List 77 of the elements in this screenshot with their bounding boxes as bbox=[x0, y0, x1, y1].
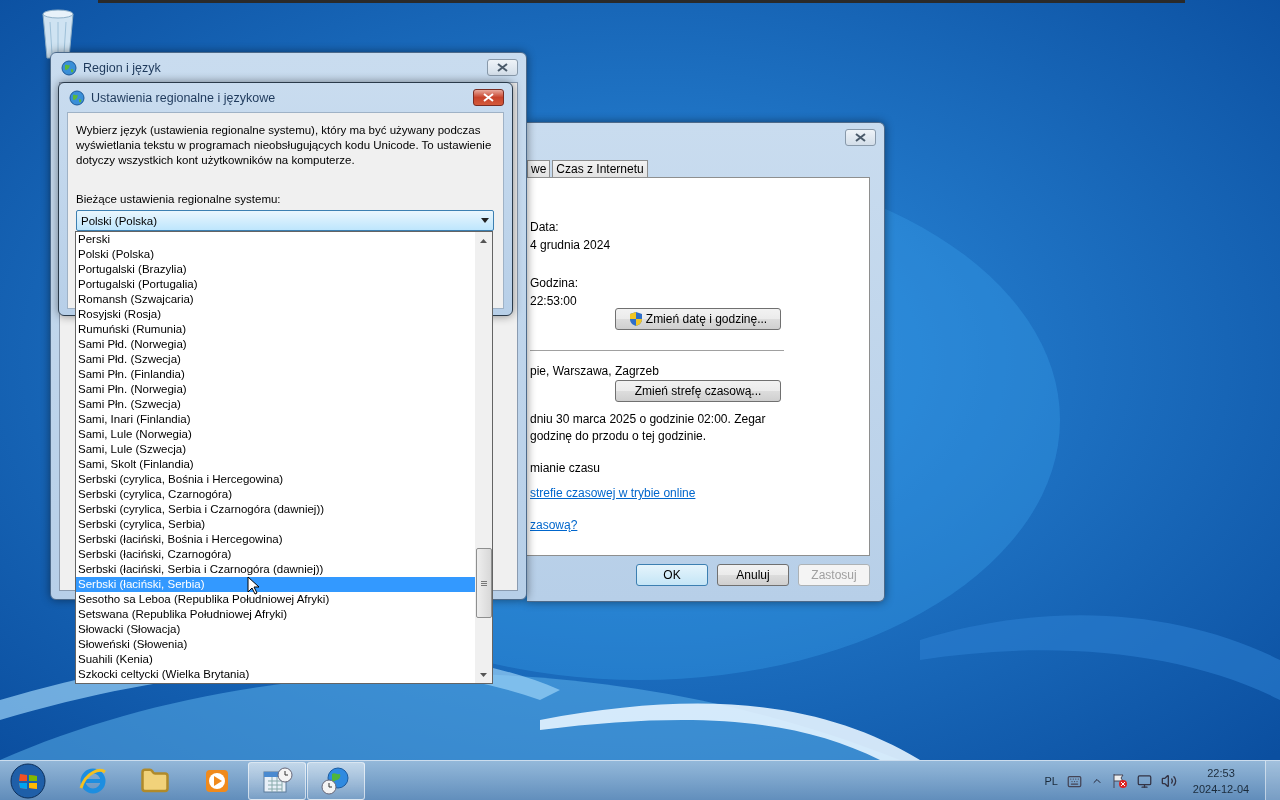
volume-icon[interactable] bbox=[1161, 773, 1177, 789]
shield-icon bbox=[628, 311, 643, 327]
list-option[interactable]: Sami, Lule (Norwegia) bbox=[76, 427, 475, 442]
action-center-icon[interactable] bbox=[1112, 773, 1128, 789]
list-option[interactable]: Setswana (Republika Południowej Afryki) bbox=[76, 607, 475, 622]
keyboard-icon[interactable] bbox=[1067, 773, 1082, 789]
list-option[interactable]: Serbski (cyrylica, Serbia i Czarnogóra (dawniej)) bbox=[76, 502, 475, 517]
dialog-title: Ustawienia regionalne i językowe bbox=[91, 90, 277, 105]
down-arrow-icon bbox=[480, 672, 487, 677]
tab[interactable]: we bbox=[527, 160, 551, 177]
dropdown-arrow-icon bbox=[481, 218, 489, 223]
clock[interactable]: 22:53 2024-12-04 bbox=[1186, 765, 1256, 797]
list-option[interactable]: Perski bbox=[76, 232, 475, 247]
list-option[interactable]: Sami Płd. (Szwecja) bbox=[76, 352, 475, 367]
dst-note-line: dniu 30 marca 2025 o godzinie 02:00. Zegar bbox=[530, 411, 767, 428]
close-icon bbox=[497, 63, 508, 72]
description-text: Wybierz język (ustawienia regionalne systemu), który ma być używany podczas wyświetlania tekstu w programach nieobsługujących kodu Unicode. To ustawienie dotyczy wszystkich kont użytkowników na komputerze. bbox=[76, 123, 493, 168]
field-label: Bieżące ustawienia regionalne systemu: bbox=[76, 192, 282, 206]
list-option[interactable]: Serbski (cyrylica, Czarnogóra) bbox=[76, 487, 475, 502]
list-option[interactable]: Polski (Polska) bbox=[76, 247, 475, 262]
list-option[interactable]: Słoweński (Słowenia) bbox=[76, 637, 475, 652]
list-option[interactable]: Słowacki (Słowacja) bbox=[76, 622, 475, 637]
dst-option-text: mianie czasu bbox=[530, 460, 602, 477]
list-option[interactable]: Sami, Inari (Finlandia) bbox=[76, 412, 475, 427]
list-option[interactable]: Serbski (łaciński, Bośnia i Hercegowina) bbox=[76, 532, 475, 547]
scrollbar-thumb[interactable] bbox=[476, 548, 492, 618]
list-option[interactable]: Suahili (Kenia) bbox=[76, 652, 475, 667]
list-option[interactable]: Rosyjski (Rosja) bbox=[76, 307, 475, 322]
list-option[interactable]: Sami, Skolt (Finlandia) bbox=[76, 457, 475, 472]
time-value: 22:53:00 bbox=[530, 293, 578, 310]
list-option[interactable]: Szkocki celtycki (Wielka Brytania) bbox=[76, 667, 475, 682]
help-link[interactable]: strefie czasowej w trybie online bbox=[530, 484, 869, 502]
list-option[interactable]: Sami Płn. (Norwegia) bbox=[76, 382, 475, 397]
list-option[interactable]: Serbski (cyrylica, Bośnia i Hercegowina) bbox=[76, 472, 475, 487]
globe-icon bbox=[61, 59, 77, 76]
language-indicator[interactable]: PL bbox=[1044, 775, 1058, 787]
locale-dropdown[interactable]: Polski (Polska) bbox=[76, 210, 494, 231]
list-option[interactable]: Portugalski (Brazylia) bbox=[76, 262, 475, 277]
up-arrow-icon bbox=[480, 238, 487, 243]
time-label: Godzina: bbox=[530, 275, 580, 292]
date-value: 4 grudnia 2024 bbox=[530, 237, 612, 254]
close-icon bbox=[483, 93, 494, 102]
date-label: Data: bbox=[530, 219, 560, 236]
taskbar-button[interactable] bbox=[307, 762, 365, 800]
list-option[interactable]: Rumuński (Rumunia) bbox=[76, 322, 475, 337]
grip-icon bbox=[481, 580, 487, 586]
list-option[interactable]: Serbski (łaciński, Serbia i Czarnogóra (dawniej)) bbox=[76, 562, 475, 577]
tab[interactable]: Czas z Internetu bbox=[552, 160, 648, 177]
close-button[interactable] bbox=[845, 129, 876, 146]
mouse-cursor-icon bbox=[247, 576, 259, 595]
close-button[interactable] bbox=[473, 89, 504, 106]
list-option[interactable]: Sami Płd. (Norwegia) bbox=[76, 337, 475, 352]
list-option[interactable]: Romansh (Szwajcaria) bbox=[76, 292, 475, 307]
close-icon bbox=[855, 133, 866, 142]
start-button[interactable] bbox=[9, 762, 47, 800]
list-option[interactable]: Sesotho sa Leboa (Republika Południowej Afryki) bbox=[76, 592, 475, 607]
taskbar-button[interactable] bbox=[248, 762, 306, 800]
time-zone-text: pie, Warszawa, Zagrzeb bbox=[530, 363, 660, 380]
dialog-button[interactable]: Anuluj bbox=[717, 564, 789, 586]
dialog-button[interactable]: OK bbox=[636, 564, 708, 586]
close-button[interactable] bbox=[487, 59, 518, 76]
globe-clock-icon bbox=[320, 766, 352, 796]
list-option[interactable]: Serbski (cyrylica, Serbia) bbox=[76, 517, 475, 532]
help-link[interactable]: zasową? bbox=[530, 516, 869, 534]
list-option[interactable]: Serbski (łaciński, Czarnogóra) bbox=[76, 547, 475, 562]
list-option[interactable]: Sami Płn. (Szwecja) bbox=[76, 397, 475, 412]
list-option[interactable]: Sami Płn. (Finlandia) bbox=[76, 367, 475, 382]
browser-icon bbox=[77, 766, 108, 796]
list-option[interactable]: Sami, Lule (Szwecja) bbox=[76, 442, 475, 457]
list-option[interactable]: Portugalski (Portugalia) bbox=[76, 277, 475, 292]
change-time-zone-button[interactable]: Zmień strefę czasową... bbox=[615, 380, 781, 402]
network-icon[interactable] bbox=[1137, 773, 1152, 789]
globe-icon bbox=[69, 89, 85, 106]
change-date-time-button[interactable]: Zmień datę i godzinę... bbox=[615, 308, 781, 330]
window-title: Region i język bbox=[83, 60, 162, 75]
dst-note-line: godzinę do przodu o tej godzinie. bbox=[530, 428, 708, 445]
calendar-clock-icon bbox=[261, 766, 293, 796]
